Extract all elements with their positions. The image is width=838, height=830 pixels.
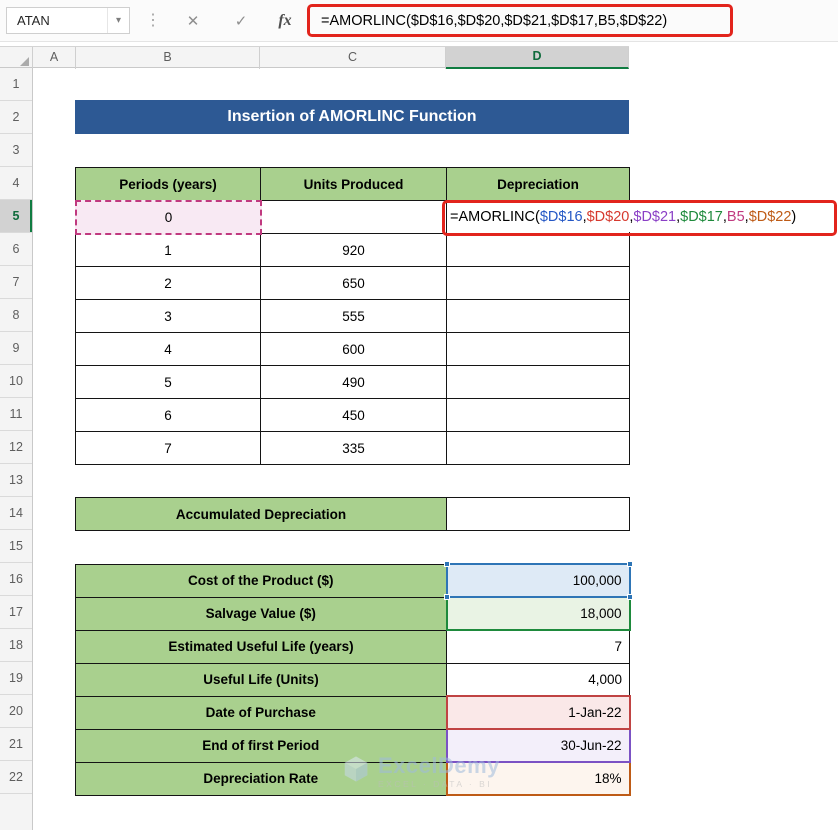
row-header-1[interactable]: 1	[0, 68, 32, 101]
cell-units[interactable]: 335	[260, 431, 447, 465]
cell-depreciation[interactable]	[446, 431, 630, 465]
row-header-3[interactable]: 3	[0, 134, 32, 167]
active-cell-formula[interactable]: =AMORLINC($D$16,$D$20,$D$21,$D$17,B5,$D$…	[450, 203, 800, 232]
select-all-corner[interactable]	[0, 47, 33, 69]
row-header-14[interactable]: 14	[0, 497, 32, 530]
header-cell-units[interactable]: Units Produced	[260, 167, 447, 201]
cell-units[interactable]: 920	[260, 233, 447, 267]
cell-value: 100,000	[572, 573, 622, 588]
accumulated-depreciation-label[interactable]: Accumulated Depreciation	[75, 497, 447, 531]
param-label-end-of-first-period[interactable]: End of first Period	[75, 728, 447, 763]
cell-d22-depreciation-rate-value[interactable]: 18%	[445, 761, 631, 796]
formula-ref-d17: $D$17	[680, 209, 723, 225]
param-label-depreciation-rate[interactable]: Depreciation Rate	[75, 761, 447, 796]
row-header-16[interactable]: 16	[0, 563, 32, 596]
param-label-date-of-purchase[interactable]: Date of Purchase	[75, 695, 447, 730]
cell-d18-life-years-value[interactable]: 7	[446, 629, 630, 664]
row-header-7[interactable]: 7	[0, 266, 32, 299]
row-header-13[interactable]: 13	[0, 464, 32, 497]
row-header-18[interactable]: 18	[0, 629, 32, 662]
cell-units[interactable]: 490	[260, 365, 447, 399]
row-header-19[interactable]: 19	[0, 662, 32, 695]
row-header-6[interactable]: 6	[0, 233, 32, 266]
column-header-b[interactable]: B	[76, 47, 260, 69]
header-cell-periods[interactable]: Periods (years)	[75, 167, 261, 201]
cell-period[interactable]: 5	[75, 365, 261, 399]
row-header-15[interactable]: 15	[0, 530, 32, 563]
header-cell-depreciation[interactable]: Depreciation	[446, 167, 630, 201]
cell-depreciation[interactable]	[446, 332, 630, 366]
formula-ref-b5: B5	[726, 209, 745, 225]
name-box-value: ATAN	[17, 13, 50, 28]
formula-toolbar: ATAN ▾ ⋮ ✕ ✓ fx =AMORLINC($D$16,$D$20,$D…	[0, 0, 838, 42]
cancel-icon[interactable]: ✕	[178, 8, 208, 34]
row-header-4[interactable]: 4	[0, 167, 32, 200]
formula-bar-drag-handle-icon[interactable]: ⋮	[145, 10, 161, 30]
param-label-cost[interactable]: Cost of the Product ($)	[75, 563, 447, 598]
insert-function-icon[interactable]: fx	[270, 8, 300, 34]
selection-handle[interactable]	[626, 594, 633, 600]
row-header-10[interactable]: 10	[0, 365, 32, 398]
param-label-useful-life-units[interactable]: Useful Life (Units)	[75, 662, 447, 697]
select-all-triangle-icon	[20, 57, 29, 66]
column-header-d-selected[interactable]: D	[446, 47, 629, 69]
row-header-20[interactable]: 20	[0, 695, 32, 728]
row-header-11[interactable]: 11	[0, 398, 32, 431]
selection-handle[interactable]	[443, 594, 450, 600]
row-header-22[interactable]: 22	[0, 761, 32, 794]
formula-ref-d21: $D$21	[633, 209, 677, 225]
column-header-row: A B C D	[0, 46, 629, 69]
cell-units[interactable]: 555	[260, 299, 447, 333]
parameters-table: Cost of the Product ($) 100,000 Salvage …	[75, 561, 633, 796]
row-header-2[interactable]: 2	[0, 101, 32, 134]
cell-units-0[interactable]	[260, 200, 447, 234]
cell-depreciation[interactable]	[446, 398, 630, 432]
name-box[interactable]: ATAN ▾	[6, 7, 130, 34]
accumulated-depreciation-value[interactable]	[446, 497, 630, 531]
cell-depreciation[interactable]	[446, 233, 630, 267]
cell-units[interactable]: 600	[260, 332, 447, 366]
row-header-17[interactable]: 17	[0, 596, 32, 629]
enter-icon[interactable]: ✓	[226, 8, 256, 34]
row-header-21[interactable]: 21	[0, 728, 32, 761]
row-header-12[interactable]: 12	[0, 431, 32, 464]
cell-period[interactable]: 1	[75, 233, 261, 267]
cell-depreciation[interactable]	[446, 266, 630, 300]
row-header-9[interactable]: 9	[0, 332, 32, 365]
cell-b5-referenced[interactable]: 0	[75, 200, 262, 235]
selection-handle[interactable]	[626, 561, 633, 567]
excel-window: ATAN ▾ ⋮ ✕ ✓ fx =AMORLINC($D$16,$D$20,$D…	[0, 0, 838, 830]
row-header-8[interactable]: 8	[0, 299, 32, 332]
cell-d16-cost-value[interactable]: 100,000	[443, 561, 633, 600]
cell-d20-purchase-date-value[interactable]: 1-Jan-22	[445, 695, 631, 730]
cell-period[interactable]: 6	[75, 398, 261, 432]
cell-period[interactable]: 7	[75, 431, 261, 465]
param-label-salvage[interactable]: Salvage Value ($)	[75, 596, 447, 631]
formula-token: =AMORLINC(	[450, 209, 540, 225]
row-header-5-selected[interactable]: 5	[0, 200, 32, 233]
cell-depreciation[interactable]	[446, 365, 630, 399]
cell-d19-life-units-value[interactable]: 4,000	[446, 662, 630, 697]
formula-ref-d20: $D$20	[586, 209, 630, 225]
name-box-dropdown-icon[interactable]: ▾	[107, 8, 129, 33]
formula-ref-d16: $D$16	[539, 209, 583, 225]
cell-period[interactable]: 2	[75, 266, 261, 300]
row-header-column: 1 2 3 4 5 6 7 8 9 10 11 12 13 14 15 16 1…	[0, 68, 33, 830]
cell-depreciation[interactable]	[446, 299, 630, 333]
selection-handle[interactable]	[443, 561, 450, 567]
formula-ref-d22: $D$22	[748, 209, 792, 225]
formula-bar-input[interactable]: =AMORLINC($D$16,$D$20,$D$21,$D$17,B5,$D$…	[321, 0, 667, 42]
cell-units[interactable]: 450	[260, 398, 447, 432]
cell-d17-salvage-value[interactable]: 18,000	[445, 596, 631, 631]
cell-period[interactable]: 3	[75, 299, 261, 333]
column-header-a[interactable]: A	[33, 47, 76, 69]
accumulated-depreciation-table: Accumulated Depreciation	[75, 497, 630, 531]
param-label-useful-life-years[interactable]: Estimated Useful Life (years)	[75, 629, 447, 664]
cell-period[interactable]: 4	[75, 332, 261, 366]
column-header-c[interactable]: C	[260, 47, 446, 69]
cell-d21-first-period-end-value[interactable]: 30-Jun-22	[445, 728, 631, 763]
title-banner[interactable]: Insertion of AMORLINC Function	[75, 100, 629, 134]
cell-units[interactable]: 650	[260, 266, 447, 300]
formula-token: )	[791, 209, 797, 225]
